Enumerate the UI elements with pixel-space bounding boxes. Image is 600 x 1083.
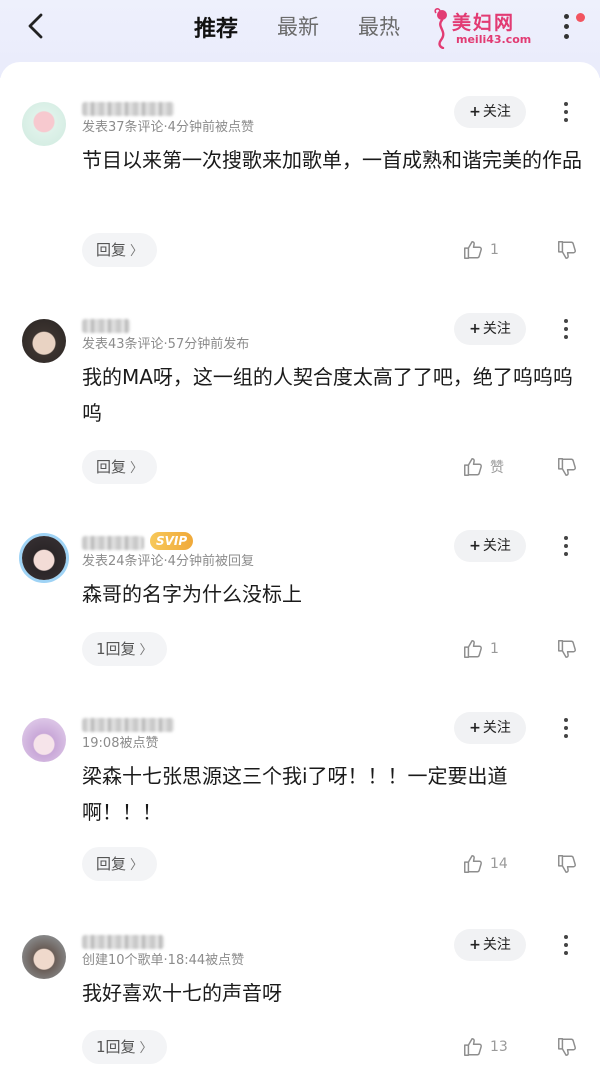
thumbs-up-icon	[464, 458, 482, 476]
thumbs-down-icon	[558, 640, 576, 658]
like-button[interactable]: 13	[462, 1030, 508, 1064]
thumbs-down-icon	[558, 1038, 576, 1056]
username-blurred[interactable]	[82, 536, 144, 550]
dislike-button[interactable]	[556, 632, 578, 666]
follow-button[interactable]: + 关注	[454, 712, 526, 744]
comment-more-button[interactable]	[556, 313, 576, 343]
comment-text: 我的MA呀，这一组的人契合度太高了了吧，绝了呜呜呜呜	[82, 365, 573, 425]
comment-meta: 发表24条评论·4分钟前被回复	[82, 554, 254, 569]
comment-more-button[interactable]	[556, 96, 576, 126]
brand-name: 美妇网	[452, 12, 516, 34]
reply-button[interactable]: 1回复〉	[82, 1030, 167, 1064]
thumbs-up-icon	[464, 241, 482, 259]
thumbs-down-icon	[558, 241, 576, 259]
avatar[interactable]	[22, 935, 66, 979]
follow-button[interactable]: + 关注	[454, 96, 526, 128]
reply-button[interactable]: 回复〉	[82, 450, 158, 484]
tab-hottest[interactable]: 最热	[358, 11, 400, 41]
comment-more-button[interactable]	[556, 929, 576, 959]
thumbs-up-icon	[464, 640, 482, 658]
brand-logo-icon	[434, 8, 447, 49]
dislike-button[interactable]	[556, 847, 578, 881]
like-button[interactable]: 1	[462, 632, 499, 666]
like-button[interactable]: 14	[462, 847, 508, 881]
thumbs-up-icon	[464, 855, 482, 873]
username-blurred[interactable]	[82, 718, 174, 732]
avatar[interactable]	[22, 102, 66, 146]
like-button[interactable]: 1	[462, 233, 499, 267]
avatar[interactable]	[22, 536, 66, 580]
like-button[interactable]: 赞	[462, 450, 504, 484]
comment-list: 发表37条评论·4分钟前被点赞 + 关注 节目以来第一次搜歌来加歌单，一首成熟和谐…	[0, 62, 600, 1083]
like-count: 14	[490, 856, 508, 872]
comment-text: 我好喜欢十七的声音呀	[82, 981, 282, 1005]
comment-meta: 发表37条评论·4分钟前被点赞	[82, 120, 254, 135]
thumbs-down-icon	[558, 855, 576, 873]
username-blurred[interactable]	[82, 935, 164, 949]
thumbs-up-icon	[464, 1038, 482, 1056]
dislike-button[interactable]	[556, 1030, 578, 1064]
reply-button[interactable]: 1回复〉	[82, 632, 167, 666]
tab-recommended[interactable]: 推荐	[194, 11, 238, 43]
svip-badge: SVIP	[150, 532, 194, 550]
tab-latest[interactable]: 最新	[277, 11, 319, 41]
like-count: 1	[490, 242, 499, 258]
like-count: 1	[490, 641, 499, 657]
username-blurred[interactable]	[82, 102, 174, 116]
more-options-button[interactable]	[556, 12, 578, 42]
like-count: 赞	[490, 460, 504, 476]
thumbs-down-icon	[558, 458, 576, 476]
comment-text: 梁森十七张思源这三个我i了呀！！！一定要出道啊！！！	[82, 764, 508, 824]
avatar[interactable]	[22, 319, 66, 363]
brand-domain: meili43.com	[456, 33, 532, 46]
dislike-button[interactable]	[556, 233, 578, 267]
reply-button[interactable]: 回复〉	[82, 847, 158, 881]
follow-button[interactable]: + 关注	[454, 929, 526, 961]
notification-dot	[576, 13, 585, 22]
comment-text: 森哥的名字为什么没标上	[82, 582, 302, 606]
comment-meta: 发表43条评论·57分钟前发布	[82, 337, 250, 352]
comment-text: 节目以来第一次搜歌来加歌单，一首成熟和谐完美的作品	[82, 148, 582, 172]
comment-meta: 创建10个歌单·18:44被点赞	[82, 953, 245, 968]
reply-button[interactable]: 回复〉	[82, 233, 158, 267]
follow-button[interactable]: + 关注	[454, 313, 526, 345]
comment-more-button[interactable]	[556, 530, 576, 560]
like-count: 13	[490, 1039, 508, 1055]
comment-more-button[interactable]	[556, 712, 576, 742]
comment-meta: 19:08被点赞	[82, 736, 159, 751]
brand-watermark: 美妇网 meili43.com	[432, 7, 552, 51]
dislike-button[interactable]	[556, 450, 578, 484]
follow-button[interactable]: + 关注	[454, 530, 526, 562]
username-blurred[interactable]	[82, 319, 130, 333]
avatar[interactable]	[22, 718, 66, 762]
